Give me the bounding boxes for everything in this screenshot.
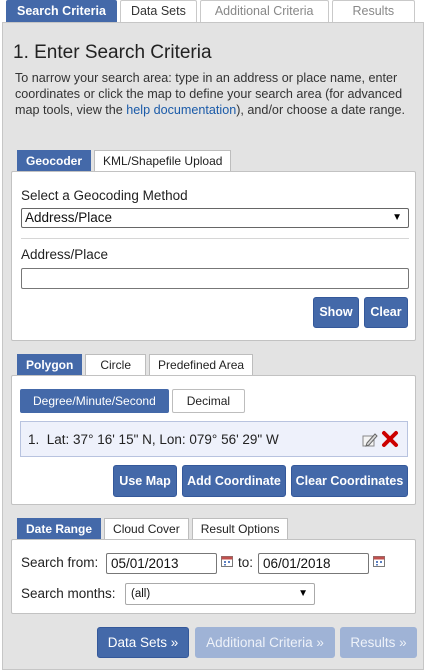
chevron-down-icon: ▼ — [298, 588, 308, 599]
geocoder-tabs: Geocoder KML/Shapefile Upload — [17, 150, 232, 171]
tab-results[interactable]: Results — [331, 0, 416, 22]
additional-criteria-button[interactable]: Additional Criteria » — [195, 627, 335, 658]
tab-geocoder[interactable]: Geocoder — [17, 150, 92, 171]
tab-circle[interactable]: Circle — [85, 354, 147, 375]
intro-text: To narrow your search area: type in an a… — [15, 71, 405, 117]
tab-degree-minute-second[interactable]: Degree/Minute/Second — [20, 389, 169, 413]
data-sets-button[interactable]: Data Sets » — [97, 627, 189, 658]
tab-date-range[interactable]: Date Range — [17, 518, 102, 539]
geocoding-method-select[interactable]: Address/Place ▼ — [21, 208, 409, 228]
tab-cloud-cover[interactable]: Cloud Cover — [104, 518, 189, 539]
to-label: to: — [238, 555, 254, 570]
tab-result-options[interactable]: Result Options — [191, 518, 289, 539]
search-from-label: Search from: — [21, 555, 99, 570]
coordinate-format-tabs: Degree/Minute/Second Decimal — [20, 389, 246, 413]
address-place-label: Address/Place — [21, 247, 109, 262]
date-range-box: Search from: 05/01/2013 to: 06/01/2018 S… — [11, 539, 416, 614]
tab-additional-criteria[interactable]: Additional Criteria — [199, 0, 329, 22]
geocoder-box: Select a Geocoding Method Address/Place … — [11, 171, 416, 341]
search-months-select[interactable]: (all) ▼ — [125, 583, 315, 605]
help-documentation-link[interactable]: help documentation — [126, 103, 236, 117]
top-tab-bar: Search Criteria Data Sets Additional Cri… — [6, 0, 416, 22]
address-place-input[interactable] — [21, 268, 409, 289]
date-tabs: Date Range Cloud Cover Result Options — [17, 518, 289, 539]
geocoding-method-label: Select a Geocoding Method — [21, 188, 188, 203]
divider — [21, 238, 409, 239]
tab-polygon[interactable]: Polygon — [17, 354, 83, 375]
tab-search-criteria[interactable]: Search Criteria — [6, 0, 117, 22]
list-item: 1. Lat: 37° 16' 15" N, Lon: 079° 56' 29"… — [28, 432, 279, 447]
calendar-icon[interactable] — [373, 555, 385, 567]
delete-icon[interactable] — [381, 430, 399, 448]
search-criteria-panel: 1. Enter Search Criteria To narrow your … — [2, 22, 424, 670]
area-tabs: Polygon Circle Predefined Area — [17, 354, 254, 375]
add-coordinate-button[interactable]: Add Coordinate — [182, 465, 286, 497]
tab-predefined-area[interactable]: Predefined Area — [149, 354, 254, 375]
search-from-input[interactable]: 05/01/2013 — [106, 553, 217, 574]
tab-data-sets[interactable]: Data Sets — [119, 0, 197, 22]
use-map-button[interactable]: Use Map — [113, 465, 177, 497]
calendar-icon[interactable] — [221, 555, 233, 567]
polygon-box: Degree/Minute/Second Decimal 1. Lat: 37°… — [11, 375, 416, 505]
search-to-input[interactable]: 06/01/2018 — [258, 553, 369, 574]
coordinate-list: 1. Lat: 37° 16' 15" N, Lon: 079° 56' 29"… — [20, 421, 408, 457]
results-button[interactable]: Results » — [340, 627, 417, 658]
show-button[interactable]: Show — [313, 297, 359, 328]
search-months-label: Search months: — [21, 586, 116, 601]
tab-kml-upload[interactable]: KML/Shapefile Upload — [94, 150, 232, 171]
tab-decimal[interactable]: Decimal — [171, 389, 246, 413]
chevron-down-icon: ▼ — [392, 212, 402, 223]
clear-button[interactable]: Clear — [364, 297, 408, 328]
clear-coordinates-button[interactable]: Clear Coordinates — [291, 465, 408, 497]
edit-icon[interactable] — [361, 431, 379, 449]
page-title: 1. Enter Search Criteria — [13, 42, 212, 63]
